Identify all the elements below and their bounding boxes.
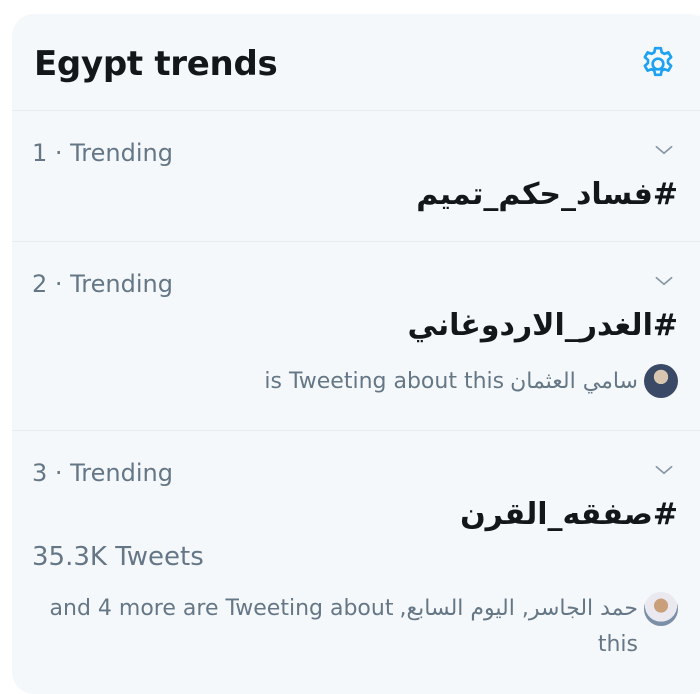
tweeting-text: is Tweeting about this [264, 368, 505, 394]
trends-panel: Egypt trends 1 · Trending #فساد_حكم_تميم… [12, 14, 700, 694]
tweeting-names[interactable]: حمد الجاسر, اليوم السابع, [399, 591, 638, 627]
trend-hashtag[interactable]: #فساد_حكم_تميم [416, 177, 678, 212]
trend-item[interactable]: 2 · Trending #الغدر_الاردوغاني is Tweeti… [12, 242, 700, 431]
tweeting-text-wrap: this [597, 632, 638, 657]
trends-header: Egypt trends [12, 14, 700, 111]
tweeting-about: and 4 more are Tweeting about حمد الجاسر… [30, 591, 678, 663]
trend-hashtag[interactable]: #صفقه_القرن [460, 497, 678, 532]
avatar[interactable] [644, 592, 678, 626]
trend-meta: 1 · Trending [32, 139, 173, 167]
gear-icon[interactable] [638, 44, 678, 84]
chevron-down-icon[interactable] [651, 457, 677, 483]
chevron-down-icon[interactable] [651, 137, 677, 163]
chevron-down-icon[interactable] [651, 268, 677, 294]
trend-item[interactable]: 1 · Trending #فساد_حكم_تميم [12, 111, 700, 242]
tweeting-names[interactable]: سامي العثمان [510, 369, 638, 394]
page-title: Egypt trends [34, 44, 278, 84]
trend-hashtag[interactable]: #الغدر_الاردوغاني [407, 308, 678, 343]
tweet-count: 35.3K Tweets [32, 542, 204, 572]
trend-meta: 3 · Trending [32, 459, 173, 487]
trend-meta: 2 · Trending [32, 270, 173, 298]
tweeting-about: is Tweeting about this سامي العثمان [264, 364, 678, 398]
tweeting-text: and 4 more are Tweeting about [49, 596, 394, 621]
avatar[interactable] [644, 364, 678, 398]
trend-item[interactable]: 3 · Trending #صفقه_القرن 35.3K Tweets an… [12, 431, 700, 671]
